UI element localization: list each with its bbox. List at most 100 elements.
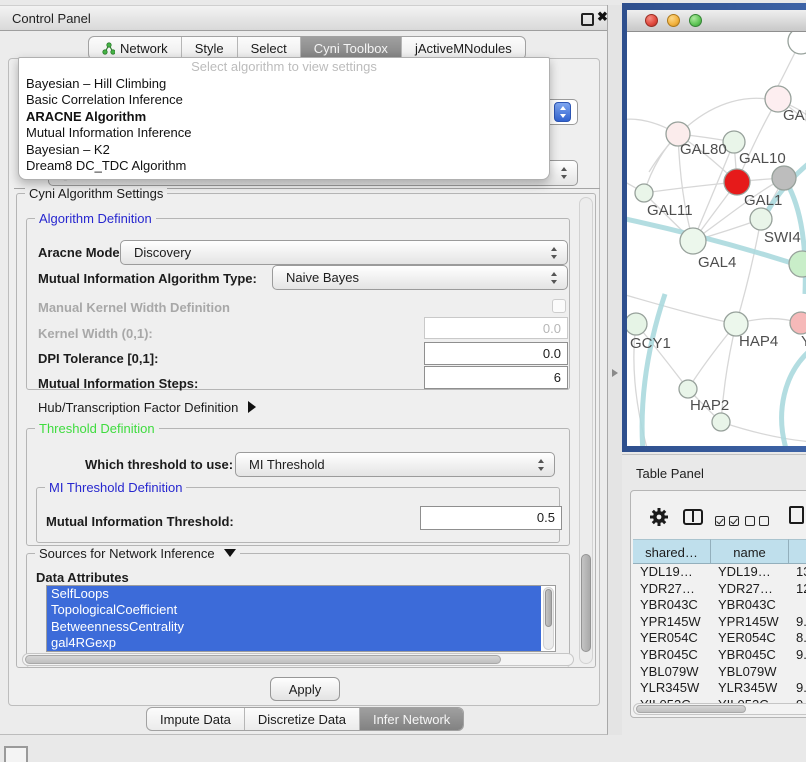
network-node[interactable] [790, 312, 806, 334]
attributes-list-scrollbar[interactable] [543, 587, 554, 650]
algorithm-option[interactable]: Mutual Information Inference [19, 125, 549, 141]
node-label: SWI4 [764, 229, 801, 246]
aracne-mode-combo[interactable]: Discovery [120, 240, 568, 265]
which-threshold-value: MI Threshold [249, 457, 325, 472]
settings-horizontal-scrollbar[interactable] [22, 653, 574, 666]
tab-discretize-data[interactable]: Discretize Data [245, 708, 360, 730]
network-edge[interactable] [644, 182, 737, 193]
node-label: GAL10 [739, 150, 786, 167]
tab-select[interactable]: Select [238, 37, 301, 59]
table-row[interactable]: YER054CYER054C8. [633, 630, 806, 647]
data-attribute-item[interactable]: TopologicalCoefficient [47, 602, 541, 618]
sources-title: Sources for Network Inference [35, 546, 240, 561]
mi-steps-field[interactable]: 6 [424, 366, 568, 389]
algorithm-option[interactable]: Bayesian – Hill Climbing [19, 76, 549, 92]
column-header[interactable]: shared… [633, 539, 711, 564]
tab-impute-data[interactable]: Impute Data [147, 708, 245, 730]
network-node[interactable] [789, 251, 806, 277]
splitter-collapse-icon[interactable] [612, 369, 618, 377]
table-row[interactable]: YBL079WYBL079W [633, 664, 806, 681]
node-label: HAP4 [739, 333, 778, 350]
mi-threshold-field[interactable]: 0.5 [420, 506, 562, 530]
table-cell: YBR045C [711, 647, 789, 664]
scrollbar-thumb[interactable] [25, 655, 501, 664]
kernel-width-field[interactable]: 0.0 [424, 317, 568, 339]
algorithm-option[interactable]: Bayesian – K2 [19, 142, 549, 158]
close-icon[interactable]: ✖ [597, 9, 608, 25]
scrollbar-thumb[interactable] [636, 705, 746, 713]
data-attribute-item[interactable]: BetweennessCentrality [47, 619, 541, 635]
which-threshold-combo[interactable]: MI Threshold [235, 452, 555, 477]
algorithm-dropdown-popup: Select algorithm to view settings Bayesi… [18, 57, 550, 180]
table-body: YDL19…YDL19…13YDR27…YDR27…12YBR043CYBR04… [633, 564, 806, 704]
mi-threshold-definition-title: MI Threshold Definition [45, 480, 186, 495]
network-window-titlebar[interactable] [627, 10, 806, 32]
network-node[interactable] [680, 228, 706, 254]
mi-algorithm-type-combo[interactable]: Naive Bayes [272, 265, 568, 290]
table-cell: 9. [789, 680, 806, 697]
network-edge[interactable] [782, 348, 806, 446]
scrollbar-thumb[interactable] [545, 589, 552, 627]
column-header[interactable]: name [711, 539, 789, 564]
table-row[interactable]: YPR145WYPR145W9. [633, 614, 806, 631]
data-attributes-list[interactable]: SelfLoopsTopologicalCoefficientBetweenne… [46, 585, 556, 652]
network-edge[interactable] [642, 294, 665, 446]
table-row[interactable]: YBR043CYBR043C [633, 597, 806, 614]
dpi-tolerance-field[interactable]: 0.0 [424, 342, 568, 365]
docked-panel-icon[interactable] [4, 746, 28, 762]
table-row[interactable]: YLR345WYLR345W9. [633, 680, 806, 697]
network-node[interactable] [712, 413, 730, 431]
algorithm-option[interactable]: Basic Correlation Inference [19, 92, 549, 108]
chevron-updown-icon [551, 272, 558, 284]
network-edge[interactable] [736, 219, 761, 324]
combo-stepper-icon[interactable] [554, 102, 571, 122]
threshold-definition-title: Threshold Definition [35, 421, 159, 436]
close-traffic-light-icon[interactable] [645, 14, 658, 27]
gear-icon [649, 507, 669, 527]
data-attribute-item[interactable]: SelfLoops [47, 586, 541, 602]
data-attribute-item[interactable]: gal4RGexp [47, 635, 541, 651]
zoom-traffic-light-icon[interactable] [689, 14, 702, 27]
tab-cyni-toolbox[interactable]: Cyni Toolbox [301, 37, 402, 59]
table-cell: YDL19… [711, 564, 789, 581]
settings-vertical-scrollbar[interactable] [579, 197, 593, 664]
node-label: GAL1 [744, 192, 782, 209]
network-node[interactable] [627, 313, 647, 335]
table-row[interactable]: YBR045CYBR045C9. [633, 647, 806, 664]
algorithm-option[interactable]: ARACNE Algorithm [19, 109, 549, 125]
network-node[interactable] [679, 380, 697, 398]
table-header-row: shared…nameA [633, 539, 806, 564]
split-table-icon[interactable] [683, 509, 703, 525]
apply-button[interactable]: Apply [270, 677, 340, 701]
manual-kernel-checkbox[interactable] [552, 299, 566, 313]
new-column-document-icon[interactable] [789, 506, 804, 524]
minimize-traffic-light-icon[interactable] [667, 14, 680, 27]
table-horizontal-scrollbar[interactable] [633, 703, 806, 715]
column-header[interactable]: A [789, 539, 806, 564]
table-cell: 9. [789, 614, 806, 631]
table-settings-button[interactable] [649, 507, 669, 532]
network-node[interactable] [788, 32, 806, 54]
table-row[interactable]: YDL19…YDL19…13 [633, 564, 806, 581]
network-canvas[interactable]: GALGAL80GAL10GAL1GAL11GAL4SWI4GCY1HAP4YH… [627, 32, 806, 446]
select-all-columns-button[interactable] [715, 513, 743, 531]
algorithm-option[interactable]: Dream8 DC_TDC Algorithm [19, 158, 549, 174]
hub-factor-expander[interactable]: Hub/Transcription Factor Definition [38, 400, 256, 415]
node-label: GAL4 [698, 254, 736, 271]
table-panel-title: Table Panel [636, 466, 704, 481]
scrollbar-thumb[interactable] [581, 554, 591, 652]
network-edge[interactable] [721, 422, 806, 442]
table-cell: 9. [789, 647, 806, 664]
network-node[interactable] [635, 184, 653, 202]
tab-style[interactable]: Style [182, 37, 238, 59]
settings-group-title: Cyni Algorithm Settings [25, 186, 167, 201]
tab-network[interactable]: Network [89, 37, 182, 59]
table-row[interactable]: YDR27…YDR27…12 [633, 581, 806, 598]
float-window-icon[interactable] [581, 13, 594, 26]
tab-jactivemnodules[interactable]: jActiveMNodules [402, 37, 525, 59]
algorithm-dropdown-placeholder: Select algorithm to view settings [19, 58, 549, 76]
unselect-all-columns-button[interactable] [745, 513, 773, 531]
tab-infer-network[interactable]: Infer Network [360, 708, 463, 730]
network-node[interactable] [750, 208, 772, 230]
network-node[interactable] [772, 166, 796, 190]
